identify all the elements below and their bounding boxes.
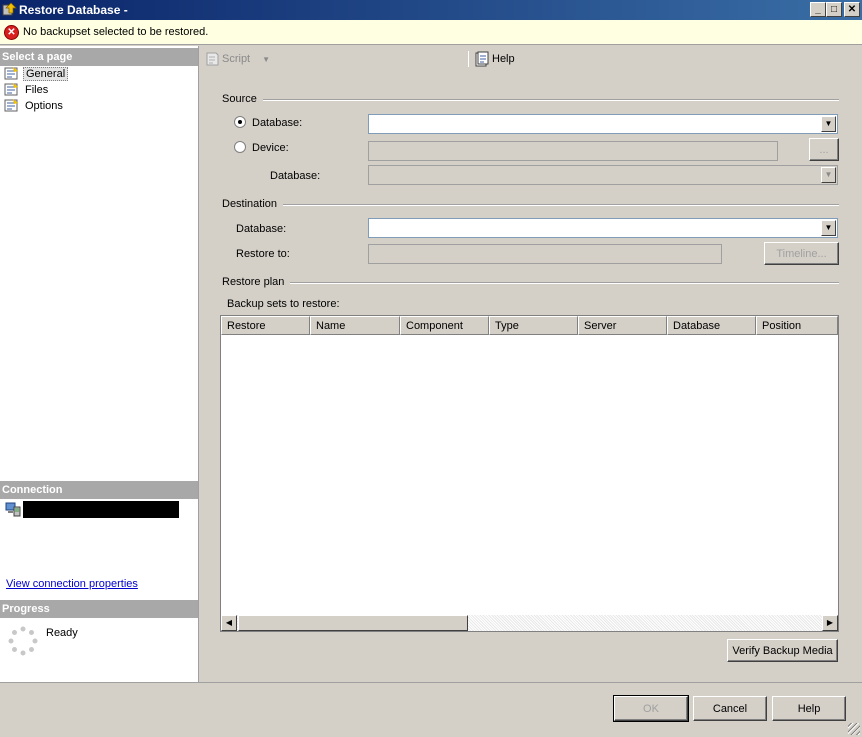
source-group-line [222,99,839,101]
close-button[interactable]: ✕ [844,2,860,17]
source-database-label: Database: [252,117,303,129]
page-item-general[interactable]: General [4,66,69,81]
source-device-field[interactable] [368,141,778,161]
source-device-radio[interactable] [234,141,246,153]
verify-backup-media-button[interactable]: Verify Backup Media [727,639,838,662]
source-database-radio[interactable] [234,116,246,128]
connection-server-name-redacted [23,501,179,518]
restore-to-field[interactable] [368,244,722,264]
column-header-database[interactable]: Database [667,316,756,335]
source-device-label: Device: [252,142,289,154]
page-item-label: Options [25,99,63,112]
chevron-down-icon[interactable]: ▼ [821,167,836,183]
view-connection-properties-link[interactable]: View connection properties [6,578,138,590]
backup-sets-grid[interactable]: Restore Name Component Type Server Datab… [220,315,839,632]
source-device-database-label: Database: [270,170,321,182]
toolbar: Script ▼ Help [200,46,862,72]
server-connection-icon [5,502,21,517]
column-header-type[interactable]: Type [489,316,578,335]
page-item-label: General [23,66,69,81]
restore-to-label: Restore to: [236,248,290,260]
progress-header: Progress [0,600,198,618]
connection-header: Connection [0,481,198,499]
script-button[interactable]: Script ▼ [204,51,270,67]
timeline-button[interactable]: Timeline... [764,242,839,265]
help-dialog-button[interactable]: Help [772,696,846,721]
left-pane: Select a page General Files Options Conn… [0,46,199,682]
column-header-position[interactable]: Position [756,316,838,335]
scroll-right-icon[interactable]: ▶ [822,615,838,631]
error-banner: ✕ No backupset selected to be restored. [0,20,862,45]
resize-grip-icon[interactable] [848,723,860,735]
destination-database-label: Database: [236,223,287,235]
chevron-down-icon[interactable]: ▼ [262,55,270,64]
cancel-button[interactable]: Cancel [693,696,767,721]
page-item-options[interactable]: Options [4,98,65,113]
source-group-label: Source [222,93,263,105]
error-message: No backupset selected to be restored. [23,26,209,38]
help-label: Help [492,53,515,65]
restore-database-icon [2,2,17,16]
toolbar-separator [468,51,469,67]
chevron-down-icon[interactable]: ▼ [821,116,836,132]
scroll-left-icon[interactable]: ◀ [221,615,237,631]
scrollbar-thumb[interactable] [238,615,468,631]
restore-plan-group-line [222,282,839,284]
minimize-button[interactable]: _ [810,2,826,17]
restore-plan-group-label: Restore plan [222,276,291,288]
destination-group-label: Destination [222,198,284,210]
maximize-button[interactable]: □ [826,2,842,17]
destination-database-combo[interactable]: ▼ [368,218,838,238]
grid-header: Restore Name Component Type Server Datab… [221,316,838,335]
page-icon [4,99,18,112]
browse-device-button[interactable]: ... [809,138,839,161]
progress-spinner-icon [8,626,38,656]
page-item-files[interactable]: Files [4,82,50,97]
destination-group-line [222,204,839,206]
column-header-component[interactable]: Component [400,316,489,335]
column-header-server[interactable]: Server [578,316,667,335]
dialog-button-bar: OK Cancel Help [0,682,862,737]
select-page-header: Select a page [0,48,198,66]
source-database-combo[interactable]: ▼ [368,114,838,134]
column-header-restore[interactable]: Restore [221,316,310,335]
backup-sets-label: Backup sets to restore: [227,298,340,310]
error-icon: ✕ [4,25,19,40]
page-item-label: Files [25,83,49,96]
progress-status: Ready [46,627,78,639]
ok-button[interactable]: OK [613,695,689,722]
script-icon [206,52,219,66]
page-icon [4,67,18,80]
source-device-database-combo[interactable]: ▼ [368,165,838,185]
window-title: Restore Database - [19,3,128,17]
title-bar: Restore Database - _ □ ✕ [0,0,862,20]
script-label: Script [222,53,251,65]
column-header-name[interactable]: Name [310,316,400,335]
help-button[interactable]: Help [474,51,515,67]
help-icon [475,51,489,67]
chevron-down-icon[interactable]: ▼ [821,220,836,236]
page-icon [4,83,18,96]
horizontal-scrollbar[interactable]: ◀ ▶ [221,615,838,631]
